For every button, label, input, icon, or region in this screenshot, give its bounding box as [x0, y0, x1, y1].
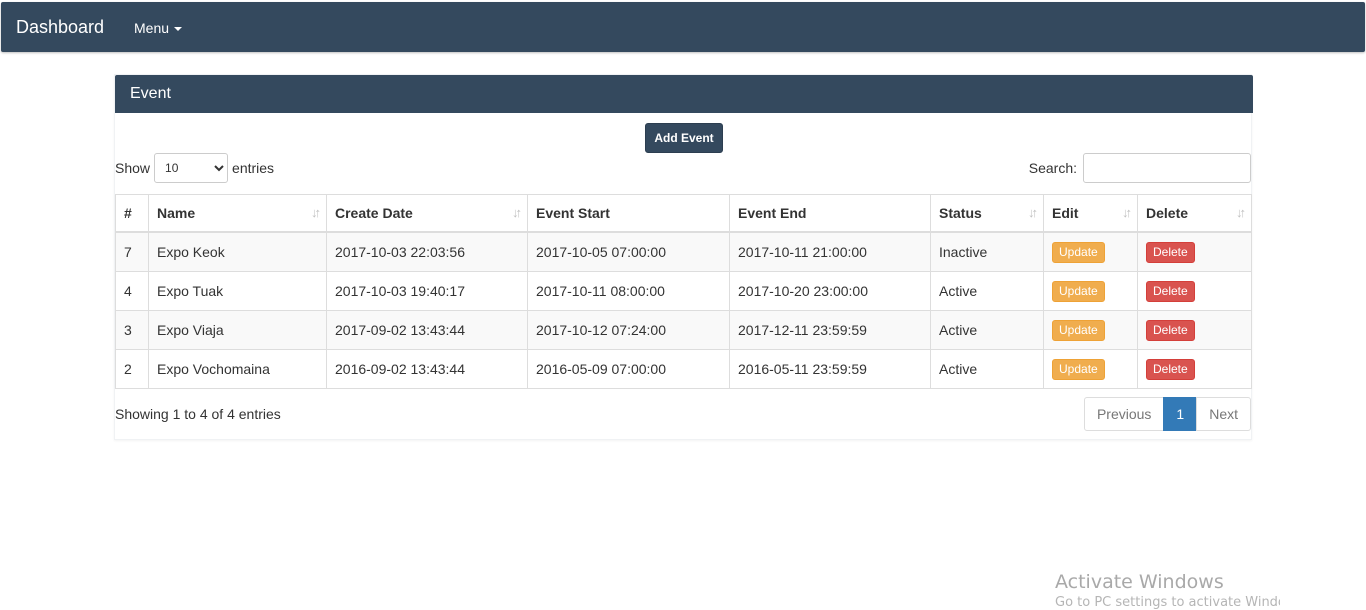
entries-select[interactable]: 10	[154, 153, 229, 183]
header-edit[interactable]: Edit ↓↑	[1043, 194, 1138, 233]
table-row: 4 Expo Tuak 2017-10-03 19:40:17 2017-10-…	[115, 271, 1252, 311]
pagination: Previous 1 Next	[1083, 397, 1251, 431]
panel-heading: Event	[115, 75, 1253, 113]
activate-windows-watermark: Activate Windows	[1055, 571, 1224, 593]
header-event-start[interactable]: Event Start	[527, 194, 730, 233]
header-status[interactable]: Status ↓↑	[930, 194, 1044, 233]
cell-name: Expo Vochomaina	[148, 349, 327, 389]
top-navbar: Dashboard Menu	[1, 2, 1365, 52]
cell-create-date: 2016-09-02 13:43:44	[326, 349, 528, 389]
table-info: Showing 1 to 4 of 4 entries	[115, 406, 281, 422]
page-1-button[interactable]: 1	[1163, 397, 1198, 431]
header-delete-label: Delete	[1146, 205, 1189, 221]
menu-label: Menu	[134, 20, 170, 36]
previous-page-button[interactable]: Previous	[1083, 397, 1165, 431]
cell-status: Active	[930, 349, 1044, 389]
sort-icon: ↓↑	[1122, 205, 1132, 220]
activate-windows-subtitle: Go to PC settings to activate Windows.	[1055, 595, 1280, 610]
cell-delete: Delete	[1137, 231, 1252, 272]
cell-create-date: 2017-09-02 13:43:44	[326, 310, 528, 350]
cell-name: Expo Keok	[148, 231, 327, 272]
delete-button[interactable]: Delete	[1146, 319, 1195, 341]
delete-button[interactable]: Delete	[1146, 280, 1195, 302]
header-name[interactable]: Name ↓↑	[148, 194, 327, 233]
update-button[interactable]: Update	[1052, 241, 1105, 263]
delete-button[interactable]: Delete	[1146, 241, 1195, 263]
cell-name: Expo Tuak	[148, 271, 327, 311]
cell-event-end: 2016-05-11 23:59:59	[729, 349, 931, 389]
cell-delete: Delete	[1137, 271, 1252, 311]
header-event-end[interactable]: Event End	[729, 194, 931, 233]
header-status-label: Status	[939, 205, 982, 221]
search-control: Search:	[1029, 153, 1251, 183]
cell-create-date: 2017-10-03 22:03:56	[326, 231, 528, 272]
update-button[interactable]: Update	[1052, 319, 1105, 341]
next-page-button[interactable]: Next	[1196, 397, 1251, 431]
cell-edit: Update	[1043, 271, 1138, 311]
entries-length-control: Show 10 entries	[115, 153, 274, 183]
add-event-button[interactable]: Add Event	[645, 123, 723, 153]
caret-down-icon	[174, 27, 183, 32]
search-input[interactable]	[1083, 153, 1251, 183]
update-button[interactable]: Update	[1052, 280, 1105, 302]
header-name-label: Name	[157, 205, 196, 221]
cell-delete: Delete	[1137, 349, 1252, 389]
sort-icon: ↓↑	[512, 205, 522, 220]
cell-delete: Delete	[1137, 310, 1252, 350]
header-create-date[interactable]: Create Date ↓↑	[326, 194, 528, 233]
navbar-brand[interactable]: Dashboard	[16, 17, 104, 37]
show-label: Show	[115, 160, 151, 176]
cell-event-end: 2017-12-11 23:59:59	[729, 310, 931, 350]
cell-event-start: 2017-10-05 07:00:00	[527, 231, 730, 272]
cell-status: Inactive	[930, 231, 1044, 272]
table-row: 7 Expo Keok 2017-10-03 22:03:56 2017-10-…	[115, 231, 1252, 272]
entries-label: entries	[232, 160, 275, 176]
table-row: 2 Expo Vochomaina 2016-09-02 13:43:44 20…	[115, 349, 1252, 389]
cell-id: 4	[115, 271, 149, 311]
header-number[interactable]: #	[115, 194, 149, 233]
cell-event-end: 2017-10-20 23:00:00	[729, 271, 931, 311]
menu-dropdown[interactable]: Menu	[134, 20, 183, 36]
cell-event-start: 2017-10-12 07:24:00	[527, 310, 730, 350]
panel-title: Event	[130, 85, 171, 102]
cell-status: Active	[930, 271, 1044, 311]
event-panel: Event Add Event Show 10 entries Search: …	[114, 74, 1253, 440]
cell-edit: Update	[1043, 310, 1138, 350]
cell-event-start: 2017-10-11 08:00:00	[527, 271, 730, 311]
cell-edit: Update	[1043, 349, 1138, 389]
sort-icon: ↓↑	[311, 205, 321, 220]
table-row: 3 Expo Viaja 2017-09-02 13:43:44 2017-10…	[115, 310, 1252, 350]
events-table: # Name ↓↑ Create Date ↓↑ Event Start Event…	[115, 194, 1252, 389]
cell-status: Active	[930, 310, 1044, 350]
update-button[interactable]: Update	[1052, 358, 1105, 380]
search-label: Search:	[1028, 160, 1077, 176]
cell-event-end: 2017-10-11 21:00:00	[729, 231, 931, 272]
header-create-date-label: Create Date	[335, 205, 413, 221]
header-delete[interactable]: Delete ↓↑	[1137, 194, 1252, 233]
cell-id: 3	[115, 310, 149, 350]
cell-event-start: 2016-05-09 07:00:00	[527, 349, 730, 389]
table-header-row: # Name ↓↑ Create Date ↓↑ Event Start Event…	[115, 194, 1252, 233]
header-edit-label: Edit	[1052, 205, 1079, 221]
cell-id: 2	[115, 349, 149, 389]
cell-create-date: 2017-10-03 19:40:17	[326, 271, 528, 311]
delete-button[interactable]: Delete	[1146, 358, 1195, 380]
sort-icon: ↓↑	[1236, 205, 1246, 220]
cell-name: Expo Viaja	[148, 310, 327, 350]
cell-edit: Update	[1043, 231, 1138, 272]
sort-icon: ↓↑	[1028, 205, 1038, 220]
cell-id: 7	[115, 231, 149, 272]
